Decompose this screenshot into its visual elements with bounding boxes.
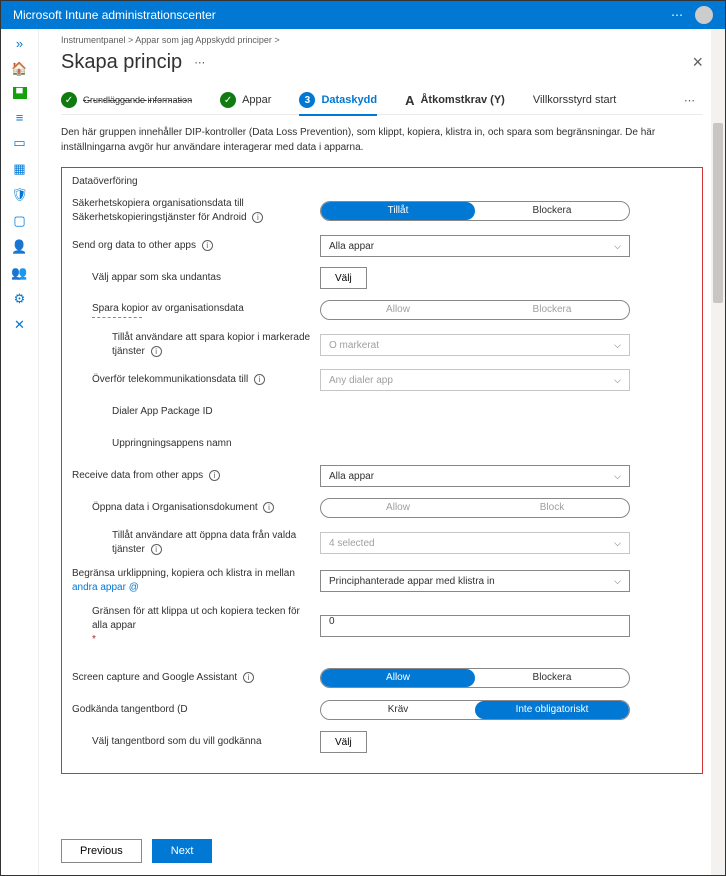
- sidebar: » 🏠 ▀ ≡ ▭ ▦ 🛡 ▢ 👤 👥 ⚙ ✕: [1, 29, 39, 875]
- chevron-down-icon: ⌵: [614, 340, 621, 351]
- check-icon: ✓: [220, 92, 236, 108]
- breadcrumb[interactable]: Instrumentpanel > Appar som jag Appskydd…: [61, 35, 703, 45]
- restrict-select[interactable]: Principhanterade appar med klistra in⌵: [320, 570, 630, 592]
- next-button[interactable]: Next: [152, 839, 213, 863]
- info-icon[interactable]: i: [202, 240, 213, 251]
- dialername-label: Uppringningsappens namn: [72, 437, 320, 451]
- savecopies-toggle[interactable]: Allow Blockera: [320, 300, 630, 320]
- topbar: Microsoft Intune administrationscenter ⋯: [1, 1, 725, 29]
- page-title: Skapa princip: [61, 51, 182, 74]
- allowsave-select[interactable]: O markerat⌵: [320, 334, 630, 356]
- wizard-more-icon[interactable]: ⋯: [684, 94, 703, 107]
- allowsave-label: Tillåt användare att spara kopior i mark…: [72, 331, 320, 359]
- scrollbar[interactable]: [711, 29, 725, 875]
- troubleshoot-icon[interactable]: ✕: [12, 317, 28, 333]
- opendata-label: Öppna data i Organisationsdokument i: [72, 501, 320, 515]
- keyboards-label: Godkända tangentbord (D: [72, 703, 320, 717]
- exclude-select-button[interactable]: Välj: [320, 267, 367, 289]
- topbar-title: Microsoft Intune administrationscenter: [13, 8, 216, 22]
- send-label: Send org data to other apps i: [72, 239, 320, 253]
- chevron-down-icon: ⌵: [614, 538, 621, 549]
- chevron-down-icon: ⌵: [614, 471, 621, 482]
- selkbd-button[interactable]: Välj: [320, 731, 367, 753]
- wizard-step-5[interactable]: Villkorsstyrd start: [533, 94, 617, 106]
- list-icon[interactable]: ≡: [12, 109, 28, 125]
- security-icon[interactable]: 🛡: [12, 187, 28, 203]
- info-icon[interactable]: i: [254, 374, 265, 385]
- exclude-label: Välj appar som ska undantas: [72, 271, 320, 285]
- selkbd-label: Välj tangentbord som du vill godkänna: [72, 735, 320, 749]
- keyboards-toggle[interactable]: Kräv Inte obligatoriskt: [320, 700, 630, 720]
- reports-icon[interactable]: ▢: [12, 213, 28, 229]
- opendata-toggle[interactable]: Allow Block: [320, 498, 630, 518]
- description-text: Den här gruppen innehåller DIP-kontrolle…: [61, 125, 703, 155]
- avatar[interactable]: [695, 6, 713, 24]
- backup-toggle[interactable]: Tillåt Blockera: [320, 201, 630, 221]
- wizard-step-2[interactable]: ✓ Appar: [220, 92, 271, 108]
- chevron-right-icon[interactable]: »: [12, 35, 28, 51]
- restrict-label: Begränsa urklippning, kopiera och klistr…: [72, 567, 320, 595]
- data-transfer-section: Dataöverföring Säkerhetskopiera organisa…: [61, 167, 703, 774]
- tenant-icon[interactable]: ⚙: [12, 291, 28, 307]
- receive-label: Receive data from other apps i: [72, 469, 320, 483]
- send-select[interactable]: Alla appar⌵: [320, 235, 630, 257]
- info-icon[interactable]: i: [151, 346, 162, 357]
- scroll-thumb[interactable]: [713, 123, 723, 303]
- telecom-label: Överför telekommunikationsdata till i: [72, 373, 320, 387]
- screen-label: Screen capture and Google Assistant i: [72, 671, 320, 685]
- step-number: 3: [299, 92, 315, 108]
- info-icon[interactable]: i: [209, 470, 220, 481]
- savecopies-label: Spara kopior av organisationsdata: [72, 302, 320, 318]
- previous-button[interactable]: Previous: [61, 839, 142, 863]
- apps-icon[interactable]: ▦: [12, 161, 28, 177]
- check-icon: ✓: [61, 92, 77, 108]
- screen-toggle[interactable]: Allow Blockera: [320, 668, 630, 688]
- openfrom-label: Tillåt användare att öppna data från val…: [72, 529, 320, 557]
- charlimit-input[interactable]: 0: [320, 615, 630, 637]
- openfrom-select[interactable]: 4 selected⌵: [320, 532, 630, 554]
- users-icon[interactable]: 👤: [12, 239, 28, 255]
- telecom-select[interactable]: Any dialer app⌵: [320, 369, 630, 391]
- groups-icon[interactable]: 👥: [12, 265, 28, 281]
- backup-label: Säkerhetskopiera organisationsdata till …: [72, 197, 320, 225]
- info-icon[interactable]: i: [252, 212, 263, 223]
- wizard-step-3[interactable]: 3 Dataskydd: [299, 92, 377, 116]
- charlimit-label: Gränsen för att klippa ut och kopiera te…: [72, 605, 320, 647]
- close-icon[interactable]: ×: [692, 52, 703, 73]
- wizard-step-4[interactable]: A Åtkomstkrav (Y): [405, 93, 505, 108]
- home-icon[interactable]: 🏠: [12, 61, 28, 77]
- chevron-down-icon: ⌵: [614, 375, 621, 386]
- info-icon[interactable]: i: [263, 502, 274, 513]
- step-letter: A: [405, 93, 414, 108]
- dashboard-icon[interactable]: ▀: [13, 87, 27, 99]
- dialerpkg-label: Dialer App Package ID: [72, 405, 320, 419]
- section-title: Dataöverföring: [72, 176, 692, 187]
- title-more-icon[interactable]: ⋯: [194, 56, 205, 69]
- devices-icon[interactable]: ▭: [12, 135, 28, 151]
- wizard-steps: ✓ Grundläggande information ✓ Appar 3 Da…: [61, 92, 703, 115]
- wizard-step-1[interactable]: ✓ Grundläggande information: [61, 92, 192, 108]
- chevron-down-icon: ⌵: [614, 241, 621, 252]
- footer: Previous Next: [61, 839, 212, 863]
- info-icon[interactable]: i: [243, 672, 254, 683]
- chevron-down-icon: ⌵: [614, 576, 621, 587]
- receive-select[interactable]: Alla appar⌵: [320, 465, 630, 487]
- topbar-more-icon[interactable]: ⋯: [671, 8, 685, 22]
- info-icon[interactable]: i: [151, 544, 162, 555]
